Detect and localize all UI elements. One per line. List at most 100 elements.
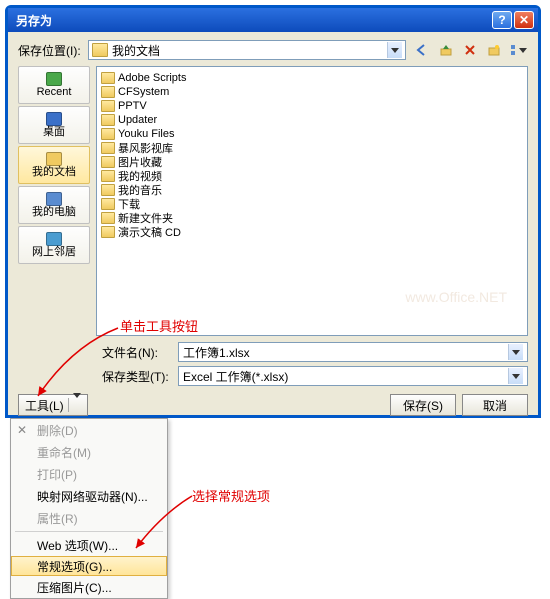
savetype-label: 保存类型(T):: [102, 368, 172, 385]
folder-icon: [101, 114, 115, 126]
menu-item-props: 属性(R): [11, 507, 167, 529]
file-item[interactable]: 下载: [101, 197, 523, 211]
place-mydocs[interactable]: 我的文档: [18, 146, 90, 184]
file-name: CFSystem: [118, 86, 169, 98]
menu-item-delete: ✕ 删除(D): [11, 419, 167, 441]
back-icon[interactable]: [412, 40, 432, 60]
watermark: www.Office.NET: [405, 289, 507, 305]
chevron-down-icon[interactable]: [508, 344, 523, 360]
file-item[interactable]: 新建文件夹: [101, 211, 523, 225]
up-icon[interactable]: [436, 40, 456, 60]
folder-icon: [101, 170, 115, 182]
savetype-value: Excel 工作簿(*.xlsx): [183, 368, 508, 385]
file-item[interactable]: 暴风影视库: [101, 141, 523, 155]
annotation-general: 选择常规选项: [192, 486, 270, 505]
place-icon: [46, 192, 62, 206]
file-name: Adobe Scripts: [118, 72, 186, 84]
file-item[interactable]: CFSystem: [101, 85, 523, 99]
folder-icon: [101, 198, 115, 210]
folder-icon: [92, 43, 108, 57]
location-row: 保存位置(I): 我的文档: [18, 40, 528, 60]
file-name: 演示文稿 CD: [118, 224, 181, 240]
file-item[interactable]: 图片收藏: [101, 155, 523, 169]
menu-item-label: 属性(R): [37, 510, 78, 527]
places-bar: Recent 桌面我的文档我的电脑网上邻居: [18, 66, 96, 336]
place-recent[interactable]: Recent: [18, 66, 90, 104]
location-toolbar: [412, 40, 528, 60]
folder-icon: [101, 72, 115, 84]
file-item[interactable]: PPTV: [101, 99, 523, 113]
annotation-tools: 单击工具按钮: [120, 316, 198, 335]
file-name: Youku Files: [118, 128, 174, 140]
place-icon: [46, 232, 62, 246]
location-combo[interactable]: 我的文档: [88, 40, 406, 60]
help-button[interactable]: ?: [492, 11, 512, 29]
menu-item-print: 打印(P): [11, 463, 167, 485]
chevron-down-icon[interactable]: [387, 42, 402, 58]
tools-button[interactable]: 工具(L): [18, 394, 88, 416]
file-item[interactable]: Adobe Scripts: [101, 71, 523, 85]
menu-item-label: 压缩图片(C)...: [37, 579, 112, 596]
file-item[interactable]: 我的视频: [101, 169, 523, 183]
folder-icon: [101, 86, 115, 98]
menu-item-webopts[interactable]: Web 选项(W)...: [11, 534, 167, 556]
place-label: 网上邻居: [32, 247, 76, 258]
place-icon: [46, 72, 62, 86]
place-label: 桌面: [43, 127, 65, 138]
delete-icon: ✕: [17, 423, 27, 437]
menu-item-label: 重命名(M): [37, 444, 91, 461]
footer: 工具(L) 保存(S) 取消: [18, 394, 528, 416]
filename-label: 文件名(N):: [102, 344, 172, 361]
window-title: 另存为: [12, 12, 490, 29]
save-as-dialog: 另存为 ? ✕ 保存位置(I): 我的文档 Recent桌面我的文档我的电脑网上…: [5, 5, 541, 418]
place-desktop[interactable]: 桌面: [18, 106, 90, 144]
tools-menu: ✕ 删除(D) 重命名(M) 打印(P) 映射网络驱动器(N)... 属性(R) Web 选…: [10, 418, 168, 599]
views-icon[interactable]: [508, 40, 528, 60]
menu-item-map[interactable]: 映射网络驱动器(N)...: [11, 485, 167, 507]
cancel-button[interactable]: 取消: [462, 394, 528, 416]
folder-icon: [101, 100, 115, 112]
place-label: 我的文档: [32, 167, 76, 178]
menu-item-label: 打印(P): [37, 466, 77, 483]
folder-icon: [101, 212, 115, 224]
file-name: Updater: [118, 114, 157, 126]
save-location-label: 保存位置(I):: [18, 42, 88, 59]
menu-item-label: Web 选项(W)...: [37, 537, 118, 554]
folder-icon: [101, 184, 115, 196]
location-text: 我的文档: [112, 42, 387, 59]
place-mycomputer[interactable]: 我的电脑: [18, 186, 90, 224]
savetype-select[interactable]: Excel 工作簿(*.xlsx): [178, 366, 528, 386]
new-folder-icon[interactable]: [484, 40, 504, 60]
file-item[interactable]: 我的音乐: [101, 183, 523, 197]
menu-item-rename: 重命名(M): [11, 441, 167, 463]
file-item[interactable]: 演示文稿 CD: [101, 225, 523, 239]
menu-item-label: 删除(D): [37, 422, 78, 439]
save-button[interactable]: 保存(S): [390, 394, 456, 416]
menu-item-general[interactable]: 常规选项(G)...: [11, 556, 167, 576]
main-area: Recent 桌面我的文档我的电脑网上邻居 Adobe Scripts CFSyst…: [18, 66, 528, 336]
place-icon: [46, 152, 62, 166]
menu-item-compress[interactable]: 压缩图片(C)...: [11, 576, 167, 598]
folder-icon: [101, 142, 115, 154]
folder-icon: [101, 226, 115, 238]
filename-value: 工作簿1.xlsx: [183, 344, 508, 361]
dialog-body: 保存位置(I): 我的文档 Recent桌面我的文档我的电脑网上邻居 Adobe…: [8, 32, 538, 426]
file-item[interactable]: Youku Files: [101, 127, 523, 141]
place-network[interactable]: 网上邻居: [18, 226, 90, 264]
file-name: PPTV: [118, 100, 147, 112]
menu-separator: [15, 531, 163, 532]
place-label: Recent: [37, 87, 72, 98]
place-icon: [46, 112, 62, 126]
chevron-down-icon[interactable]: [508, 368, 523, 384]
menu-item-label: 映射网络驱动器(N)...: [37, 488, 148, 505]
titlebar[interactable]: 另存为 ? ✕: [8, 8, 538, 32]
folder-icon: [101, 128, 115, 140]
close-button[interactable]: ✕: [514, 11, 534, 29]
folder-icon: [101, 156, 115, 168]
menu-item-label: 常规选项(G)...: [37, 558, 112, 575]
file-list[interactable]: Adobe Scripts CFSystem PPTV Updater Youku Fi…: [96, 66, 528, 336]
bottom-rows: 文件名(N): 工作簿1.xlsx 保存类型(T): Excel 工作簿(*.x…: [18, 342, 528, 386]
file-item[interactable]: Updater: [101, 113, 523, 127]
filename-input[interactable]: 工作簿1.xlsx: [178, 342, 528, 362]
delete-icon[interactable]: [460, 40, 480, 60]
